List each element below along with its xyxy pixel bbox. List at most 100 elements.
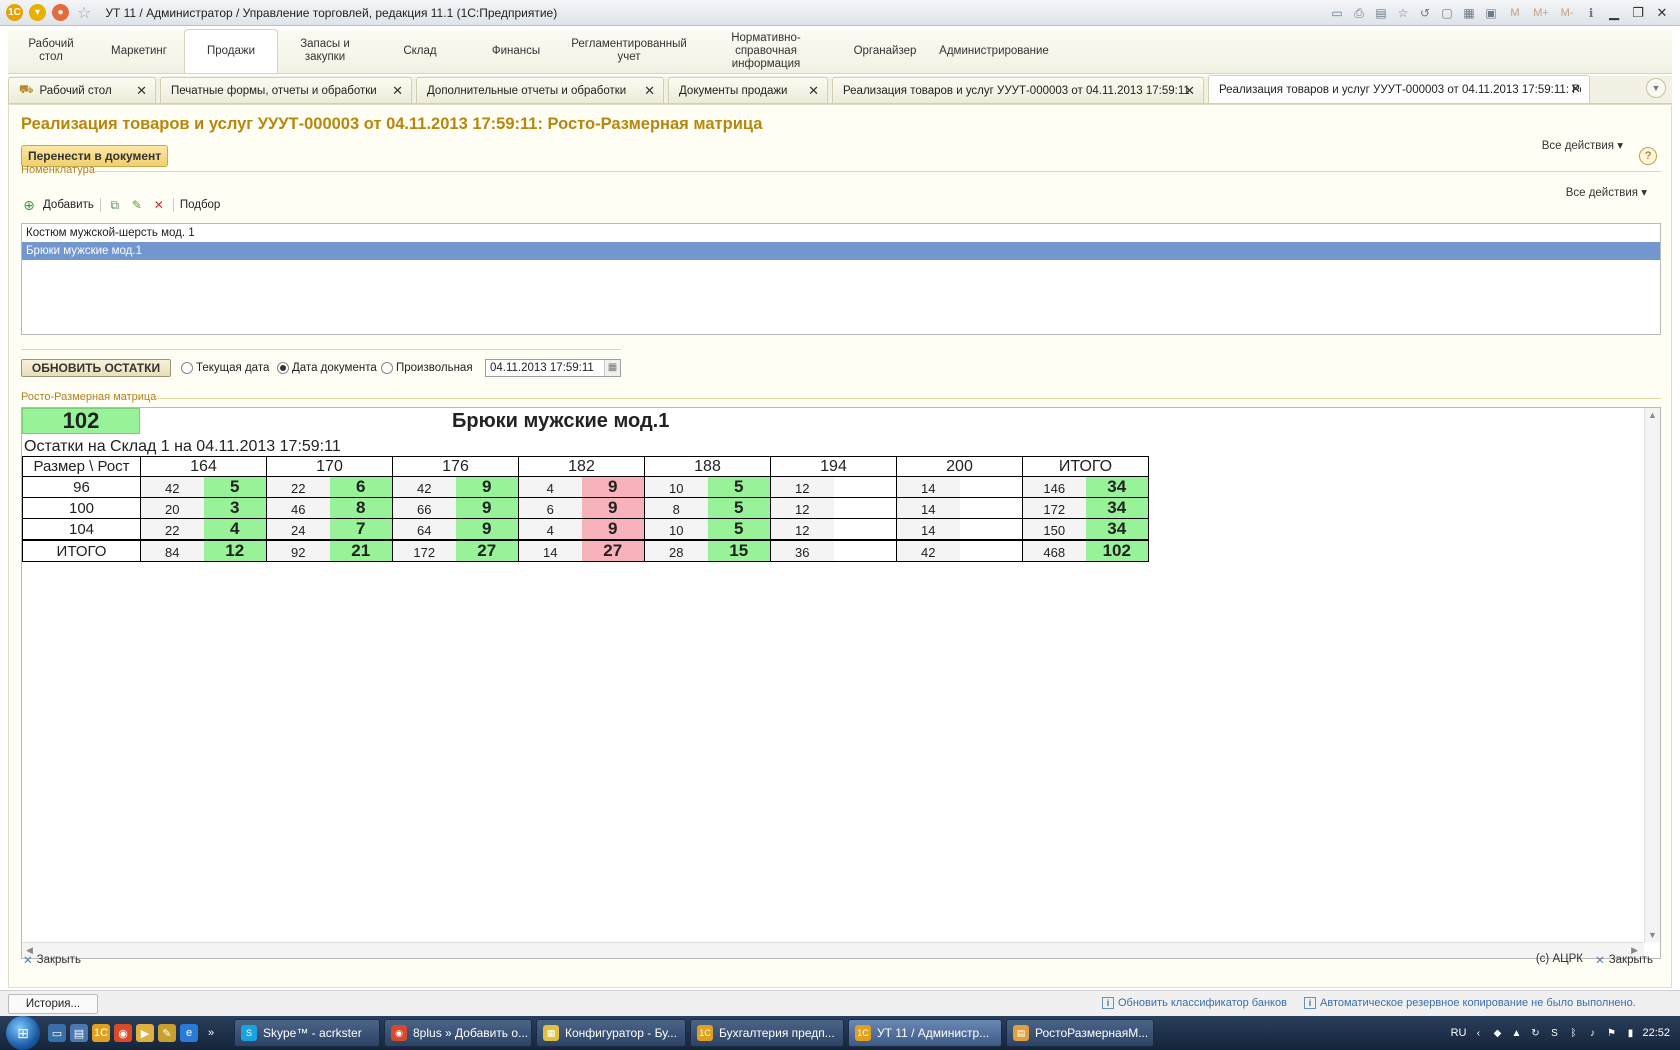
- nav-sales[interactable]: Продажи: [184, 29, 278, 73]
- maximize-icon[interactable]: ❐: [1628, 4, 1648, 22]
- nav-reference[interactable]: Нормативно-справочная информация: [694, 29, 838, 73]
- radio-current-date[interactable]: Текущая дата: [181, 359, 269, 377]
- more-tabs-chevron-icon[interactable]: ▼: [1646, 78, 1666, 98]
- order-qty-cell[interactable]: 9: [455, 497, 519, 519]
- print-icon[interactable]: ⎙: [1350, 4, 1368, 22]
- nav-warehouse[interactable]: Склад: [372, 29, 468, 73]
- order-qty-cell[interactable]: 7: [329, 518, 393, 541]
- pick-button[interactable]: Подбор: [180, 199, 221, 211]
- calendar-picker-icon[interactable]: ▦: [604, 360, 620, 376]
- tray-flag-icon[interactable]: ⚑: [1604, 1026, 1618, 1040]
- start-button-icon[interactable]: ⊞: [6, 1016, 40, 1050]
- tray-expand-icon[interactable]: ‹: [1471, 1026, 1485, 1040]
- radio-arbitrary-date[interactable]: Произвольная: [381, 359, 473, 377]
- add-icon[interactable]: ⊕: [21, 197, 37, 213]
- language-indicator[interactable]: RU: [1451, 1027, 1467, 1039]
- radio-button[interactable]: [181, 362, 193, 374]
- order-qty-cell[interactable]: [833, 476, 897, 498]
- tray-shield-icon[interactable]: ◆: [1490, 1026, 1504, 1040]
- tray-bluetooth-icon[interactable]: ᛒ: [1566, 1026, 1580, 1040]
- order-qty-cell[interactable]: 9: [455, 518, 519, 541]
- info-icon[interactable]: ℹ: [1582, 4, 1600, 22]
- nav-marketing[interactable]: Маркетинг: [94, 29, 184, 73]
- add-favorite-icon[interactable]: ☆: [1394, 4, 1412, 22]
- ie-icon[interactable]: e: [180, 1024, 198, 1042]
- close-button-left[interactable]: ✕ Закрыть: [23, 953, 81, 967]
- tab-print-forms[interactable]: Печатные формы, отчеты и обработки ✕: [160, 77, 412, 103]
- order-qty-cell[interactable]: 27: [581, 539, 645, 562]
- close-button-right[interactable]: ✕ Закрыть: [1595, 953, 1653, 967]
- calculator-icon[interactable]: ▦: [1460, 4, 1478, 22]
- close-tab-icon[interactable]: ✕: [1184, 83, 1195, 99]
- explorer-icon[interactable]: ▤: [70, 1024, 88, 1042]
- taskbar-configurator[interactable]: ▦ Конфигуратор - Бу...: [536, 1019, 686, 1047]
- order-qty-cell[interactable]: 4: [203, 518, 267, 541]
- date-input[interactable]: 04.11.2013 17:59:11 ▦: [485, 359, 621, 377]
- order-qty-cell[interactable]: 27: [455, 539, 519, 562]
- notes-icon[interactable]: ✎: [158, 1024, 176, 1042]
- taskbar-ut11[interactable]: 1С УТ 11 / Администр...: [848, 1019, 1002, 1047]
- order-qty-cell[interactable]: 34: [1085, 476, 1149, 498]
- tray-skype-icon[interactable]: S: [1547, 1026, 1561, 1040]
- tray-sync-icon[interactable]: ↻: [1528, 1026, 1542, 1040]
- nav-finance[interactable]: Финансы: [468, 29, 564, 73]
- nav-administration[interactable]: Администрирование: [932, 29, 1056, 73]
- order-qty-cell[interactable]: [833, 497, 897, 519]
- order-qty-cell[interactable]: 5: [707, 497, 771, 519]
- order-qty-cell[interactable]: 5: [203, 476, 267, 498]
- close-tab-icon[interactable]: ✕: [1570, 81, 1581, 97]
- tab-size-matrix[interactable]: Реализация товаров и услуг УУУТ-000003 о…: [1208, 75, 1590, 103]
- order-qty-cell[interactable]: [959, 497, 1023, 519]
- backup-warning-link[interactable]: i Автоматическое резервное копирование н…: [1304, 997, 1636, 1009]
- tab-sales-documents[interactable]: Документы продажи ✕: [668, 77, 828, 103]
- all-actions-menu[interactable]: Все действия ▾: [1542, 138, 1623, 152]
- nav-regulated[interactable]: Регламентированный учет: [564, 29, 694, 73]
- order-qty-cell[interactable]: 5: [707, 476, 771, 498]
- history-icon[interactable]: ↺: [1416, 4, 1434, 22]
- order-qty-cell[interactable]: [833, 518, 897, 541]
- list-item[interactable]: Костюм мужской-шерсть мод. 1: [22, 224, 1660, 242]
- save-icon[interactable]: ▭: [1328, 4, 1346, 22]
- chrome-icon[interactable]: ◉: [114, 1024, 132, 1042]
- app-menu-icon[interactable]: ▾: [29, 4, 46, 21]
- horizontal-scrollbar[interactable]: ◀ ▶: [22, 942, 1644, 958]
- order-qty-cell[interactable]: [959, 539, 1023, 562]
- order-qty-cell[interactable]: 9: [581, 476, 645, 498]
- close-tab-icon[interactable]: ✕: [808, 83, 819, 99]
- order-qty-cell[interactable]: 21: [329, 539, 393, 562]
- close-window-icon[interactable]: ✕: [1652, 4, 1672, 22]
- order-qty-cell[interactable]: 34: [1085, 518, 1149, 541]
- order-qty-cell[interactable]: 6: [329, 476, 393, 498]
- app-logo-icon[interactable]: 1С: [6, 4, 23, 21]
- close-tab-icon[interactable]: ✕: [392, 83, 403, 99]
- add-button[interactable]: Добавить: [43, 199, 94, 211]
- order-qty-cell[interactable]: 9: [455, 476, 519, 498]
- copy-icon[interactable]: ⧉: [107, 197, 123, 213]
- radio-button[interactable]: [381, 362, 393, 374]
- taskbar-matrix-file[interactable]: ▤ РостоРазмернаяМ...: [1006, 1019, 1154, 1047]
- nav-organizer[interactable]: Органайзер: [838, 29, 932, 73]
- tray-network-icon[interactable]: ▲: [1509, 1026, 1523, 1040]
- tab-desktop[interactable]: ⛟ Рабочий стол ✕: [8, 77, 156, 103]
- order-qty-cell[interactable]: 3: [203, 497, 267, 519]
- taskbar-skype[interactable]: S Skype™ - acrkster: [234, 1019, 380, 1047]
- close-tab-icon[interactable]: ✕: [644, 83, 655, 99]
- order-qty-cell[interactable]: 8: [329, 497, 393, 519]
- memory-mplus-button[interactable]: M+: [1530, 7, 1552, 19]
- onec-icon[interactable]: 1С: [92, 1024, 110, 1042]
- scroll-up-icon[interactable]: ▲: [1648, 410, 1657, 420]
- favorites-star-icon[interactable]: ☆: [77, 3, 91, 23]
- links-icon[interactable]: ▢: [1438, 4, 1456, 22]
- radio-button-selected[interactable]: [277, 362, 289, 374]
- update-bank-classifier-link[interactable]: i Обновить классификатор банков: [1102, 997, 1287, 1009]
- tab-additional-reports[interactable]: Дополнительные отчеты и обработки ✕: [416, 77, 664, 103]
- taskbar-chrome[interactable]: ◉ 8plus » Добавить о...: [384, 1019, 532, 1047]
- media-icon[interactable]: ▶: [136, 1024, 154, 1042]
- more-quick-launch-icon[interactable]: »: [202, 1024, 220, 1042]
- tab-sales-document[interactable]: Реализация товаров и услуг УУУТ-000003 о…: [832, 77, 1204, 103]
- edit-pencil-icon[interactable]: ✎: [129, 197, 145, 213]
- taskbar-accounting[interactable]: 1С Бухгалтерия предп...: [690, 1019, 844, 1047]
- scroll-down-icon[interactable]: ▼: [1648, 930, 1657, 940]
- radio-document-date[interactable]: Дата документа: [277, 359, 377, 377]
- order-qty-cell[interactable]: 5: [707, 518, 771, 541]
